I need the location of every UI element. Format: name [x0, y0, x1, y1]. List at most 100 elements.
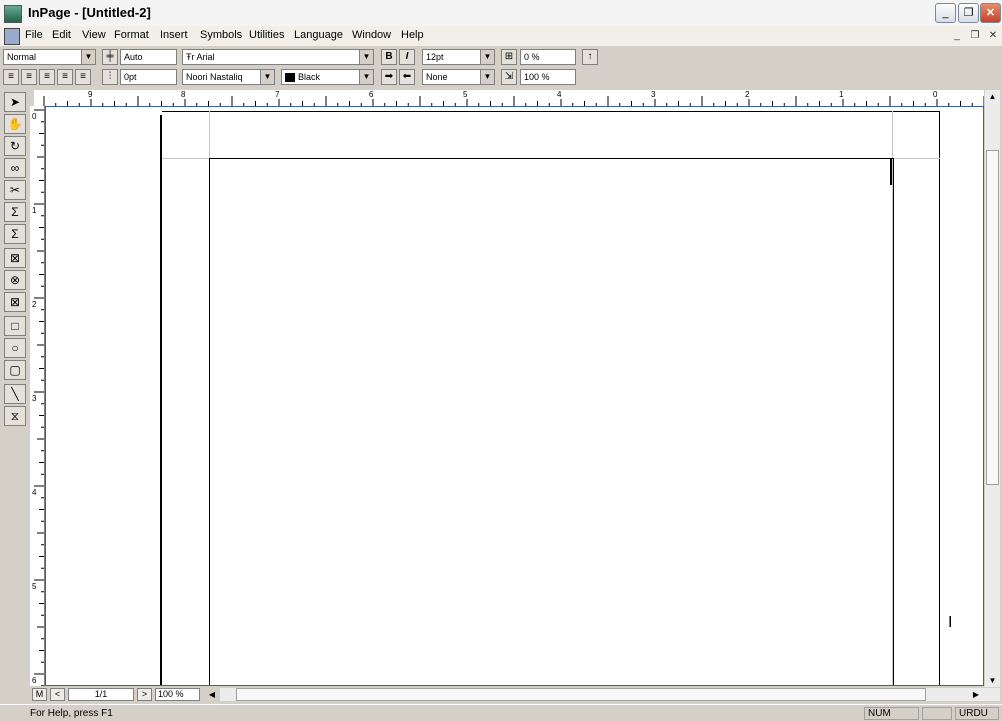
status-bar: For Help, press F1 NUM URDU — [0, 704, 1002, 721]
close-button[interactable]: ✕ — [980, 3, 1001, 23]
leading-input[interactable]: Auto — [120, 49, 177, 65]
doc-close-button[interactable]: ✕ — [986, 29, 1000, 43]
scale-value: 100 % — [524, 72, 550, 82]
baseline-up-icon[interactable]: ↑ — [582, 49, 598, 65]
align-right-button[interactable]: ≡ — [39, 69, 55, 85]
page-navigation-bar: M < 1/1 > 100 % ◀ ▶ — [30, 687, 1000, 702]
page-right-edge — [939, 111, 940, 685]
horizontal-scrollbar[interactable] — [220, 688, 1000, 701]
picture-box-tool-icon[interactable]: ⊠ — [4, 248, 26, 268]
vertical-ruler[interactable]: 0 1 2 3 4 5 6 — [30, 106, 45, 686]
menu-help[interactable]: Help — [401, 29, 424, 41]
ruler-label: 3 — [32, 394, 37, 403]
font-size-value: 12pt — [426, 52, 444, 62]
circle-tool-icon[interactable]: ○ — [4, 338, 26, 358]
ruler-label: 1 — [32, 206, 37, 215]
window-title: InPage - [Untitled-2] — [28, 5, 151, 20]
menu-view[interactable]: View — [82, 29, 106, 41]
restore-button[interactable]: ❐ — [958, 3, 979, 23]
shade-value: None — [426, 72, 448, 82]
menu-window[interactable]: Window — [352, 29, 391, 41]
crop-tool-icon[interactable]: ⧖ — [4, 406, 26, 426]
vertical-scrollbar[interactable]: ▲ ▼ — [985, 90, 1000, 688]
align-center-button[interactable]: ≡ — [21, 69, 37, 85]
page-number-field[interactable]: 1/1 — [68, 688, 134, 701]
tracking-icon[interactable]: ⊞ — [501, 49, 517, 65]
rounded-rectangle-tool-icon[interactable]: ▢ — [4, 360, 26, 380]
spacing-input[interactable]: 0pt — [120, 69, 177, 85]
align-left-button[interactable]: ≡ — [3, 69, 19, 85]
left-to-right-button[interactable]: ⬅ — [399, 69, 415, 85]
scroll-up-icon[interactable]: ▲ — [985, 90, 1000, 104]
app-icon[interactable] — [4, 5, 22, 23]
zoom-field[interactable]: 100 % — [155, 688, 200, 701]
style-select[interactable]: Normal ▼ — [3, 49, 96, 65]
shade-select[interactable]: None ▼ — [422, 69, 495, 85]
ruler-label: 0 — [933, 90, 938, 99]
text-box-right — [893, 158, 894, 685]
menu-insert[interactable]: Insert — [160, 29, 188, 41]
horizontal-ruler[interactable]: 9 8 7 6 5 4 3 2 1 0 — [34, 90, 984, 107]
prev-page-button[interactable]: < — [50, 688, 65, 701]
scroll-right-icon[interactable]: ▶ — [970, 688, 982, 701]
menu-format[interactable]: Format — [114, 29, 149, 41]
justify-all-button[interactable]: ≡ — [75, 69, 91, 85]
master-page-button[interactable]: M — [32, 688, 47, 701]
latin-font-select[interactable]: Ŧr Arial ▼ — [182, 49, 374, 65]
leading-icon[interactable]: ╪ — [102, 49, 118, 65]
minimize-button[interactable]: _ — [935, 3, 956, 23]
doc-restore-button[interactable]: ❐ — [968, 29, 982, 43]
rounded-picture-tool-icon[interactable]: ⊠ — [4, 292, 26, 312]
pointer-tool-icon[interactable]: ➤ — [4, 92, 26, 112]
menu-symbols[interactable]: Symbols — [200, 29, 242, 41]
chevron-down-icon: ▼ — [260, 70, 274, 84]
ruler-label: 5 — [32, 582, 37, 591]
horizontal-scroll-thumb[interactable] — [236, 688, 926, 701]
chevron-down-icon: ▼ — [81, 50, 95, 64]
chevron-down-icon: ▼ — [480, 50, 494, 64]
hand-tool-icon[interactable]: ✋ — [4, 114, 26, 134]
italic-button[interactable]: I — [399, 49, 415, 65]
justify-button[interactable]: ≡ — [57, 69, 73, 85]
i-beam-cursor-icon: I — [948, 614, 953, 631]
document-canvas[interactable] — [45, 106, 984, 686]
leading-value: Auto — [124, 52, 143, 62]
scroll-left-icon[interactable]: ◀ — [206, 688, 218, 701]
right-to-left-button[interactable]: ➡ — [381, 69, 397, 85]
font-size-select[interactable]: 12pt ▼ — [422, 49, 495, 65]
latin-font-value: Arial — [196, 52, 215, 62]
unlink-tool-icon[interactable]: ✂ — [4, 180, 26, 200]
ruler-label: 4 — [557, 90, 562, 99]
menu-edit[interactable]: Edit — [52, 29, 71, 41]
doc-minimize-button[interactable]: _ — [950, 29, 964, 43]
spacing-icon[interactable]: ⫶ — [102, 69, 118, 85]
color-select[interactable]: Black ▼ — [281, 69, 374, 85]
ruler-label: 9 — [88, 90, 93, 99]
ruler-label: 0 — [32, 112, 37, 121]
urdu-font-select[interactable]: Noori Nastaliq ▼ — [182, 69, 275, 85]
tracking-input[interactable]: 0 % — [520, 49, 576, 65]
rectangle-tool-icon[interactable]: □ — [4, 316, 26, 336]
text-caret — [890, 159, 892, 185]
next-page-button[interactable]: > — [137, 688, 152, 701]
menu-utilities[interactable]: Utilities — [249, 29, 284, 41]
scale-input[interactable]: 100 % — [520, 69, 576, 85]
chevron-down-icon: ▼ — [359, 50, 373, 64]
menu-language[interactable]: Language — [294, 29, 343, 41]
oval-picture-tool-icon[interactable]: ⊗ — [4, 270, 26, 290]
document-icon[interactable] — [4, 28, 20, 45]
vertical-scroll-thumb[interactable] — [986, 150, 999, 485]
menu-file[interactable]: File — [25, 29, 43, 41]
scroll-down-icon[interactable]: ▼ — [985, 674, 1000, 688]
bold-button[interactable]: B — [381, 49, 397, 65]
color-value: Black — [298, 72, 321, 82]
scale-icon[interactable]: ⇲ — [501, 69, 517, 85]
help-text: For Help, press F1 — [30, 708, 113, 719]
line-tool-icon[interactable]: ╲ — [4, 384, 26, 404]
chevron-down-icon: ▼ — [480, 70, 494, 84]
urdu-font-value: Noori Nastaliq — [186, 72, 243, 82]
text-box-tool-icon[interactable]: Σ — [4, 202, 26, 222]
link-tool-icon[interactable]: ∞ — [4, 158, 26, 178]
text-box-tool-2-icon[interactable]: Σ — [4, 224, 26, 244]
rotate-tool-icon[interactable]: ↻ — [4, 136, 26, 156]
